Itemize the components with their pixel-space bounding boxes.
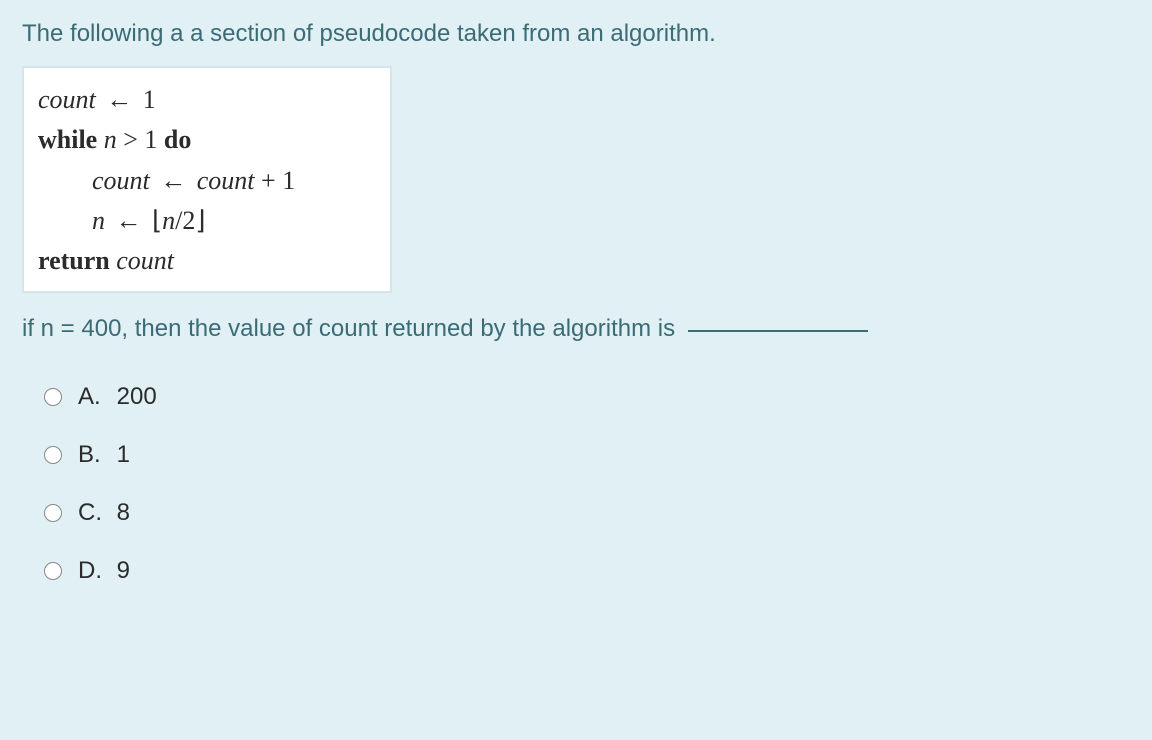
code-var: n [104,125,117,154]
option-text: 1 [117,441,130,468]
code-var: n [92,206,105,235]
option-letter: A. [78,383,110,411]
option-radio-c[interactable] [44,504,62,522]
option-row[interactable]: D. 9 [44,557,1130,585]
code-text: > 1 [117,125,164,154]
question-intro: The following a a section of pseudocode … [22,20,1130,48]
options-list: A. 200 B. 1 C. 8 D. 9 [22,383,1130,585]
code-line-5: return count [38,241,376,281]
blank-line [688,330,868,332]
option-row[interactable]: C. 8 [44,499,1130,527]
option-text: 9 [117,557,130,584]
option-label: C. 8 [78,499,130,527]
assign-arrow-icon: ← [102,80,136,120]
code-var: count [38,85,96,114]
assign-arrow-icon: ← [156,161,190,201]
code-text: /2 [175,206,195,235]
option-letter: B. [78,441,110,469]
option-radio-d[interactable] [44,562,62,580]
code-line-1: count ← 1 [38,80,376,120]
code-line-4: n ← ⌊n/2⌋ [38,201,376,241]
code-var: count [116,246,174,275]
pseudocode-block: count ← 1 while n > 1 do count ← count +… [22,66,392,293]
option-radio-a[interactable] [44,388,62,406]
code-keyword: return [38,246,110,275]
code-line-3: count ← count + 1 [38,161,376,201]
option-row[interactable]: B. 1 [44,441,1130,469]
option-letter: C. [78,499,110,527]
option-text: 200 [117,383,157,410]
code-keyword: while [38,125,97,154]
question-prompt: if n = 400, then the value of count retu… [22,315,1130,343]
code-keyword: do [164,125,191,154]
option-label: A. 200 [78,383,157,411]
code-var: n [162,206,175,235]
assign-arrow-icon: ← [112,201,146,241]
option-label: B. 1 [78,441,130,469]
code-line-2: while n > 1 do [38,120,376,160]
option-row[interactable]: A. 200 [44,383,1130,411]
question-text: if n = 400, then the value of count retu… [22,315,682,342]
code-var: count [92,166,150,195]
option-radio-b[interactable] [44,446,62,464]
code-literal: 1 [143,85,156,114]
code-var: count [197,166,255,195]
option-label: D. 9 [78,557,130,585]
floor-right-icon: ⌋ [195,206,205,235]
option-letter: D. [78,557,110,585]
option-text: 8 [117,499,130,526]
floor-left-icon: ⌊ [152,206,162,235]
code-text: + 1 [255,166,296,195]
